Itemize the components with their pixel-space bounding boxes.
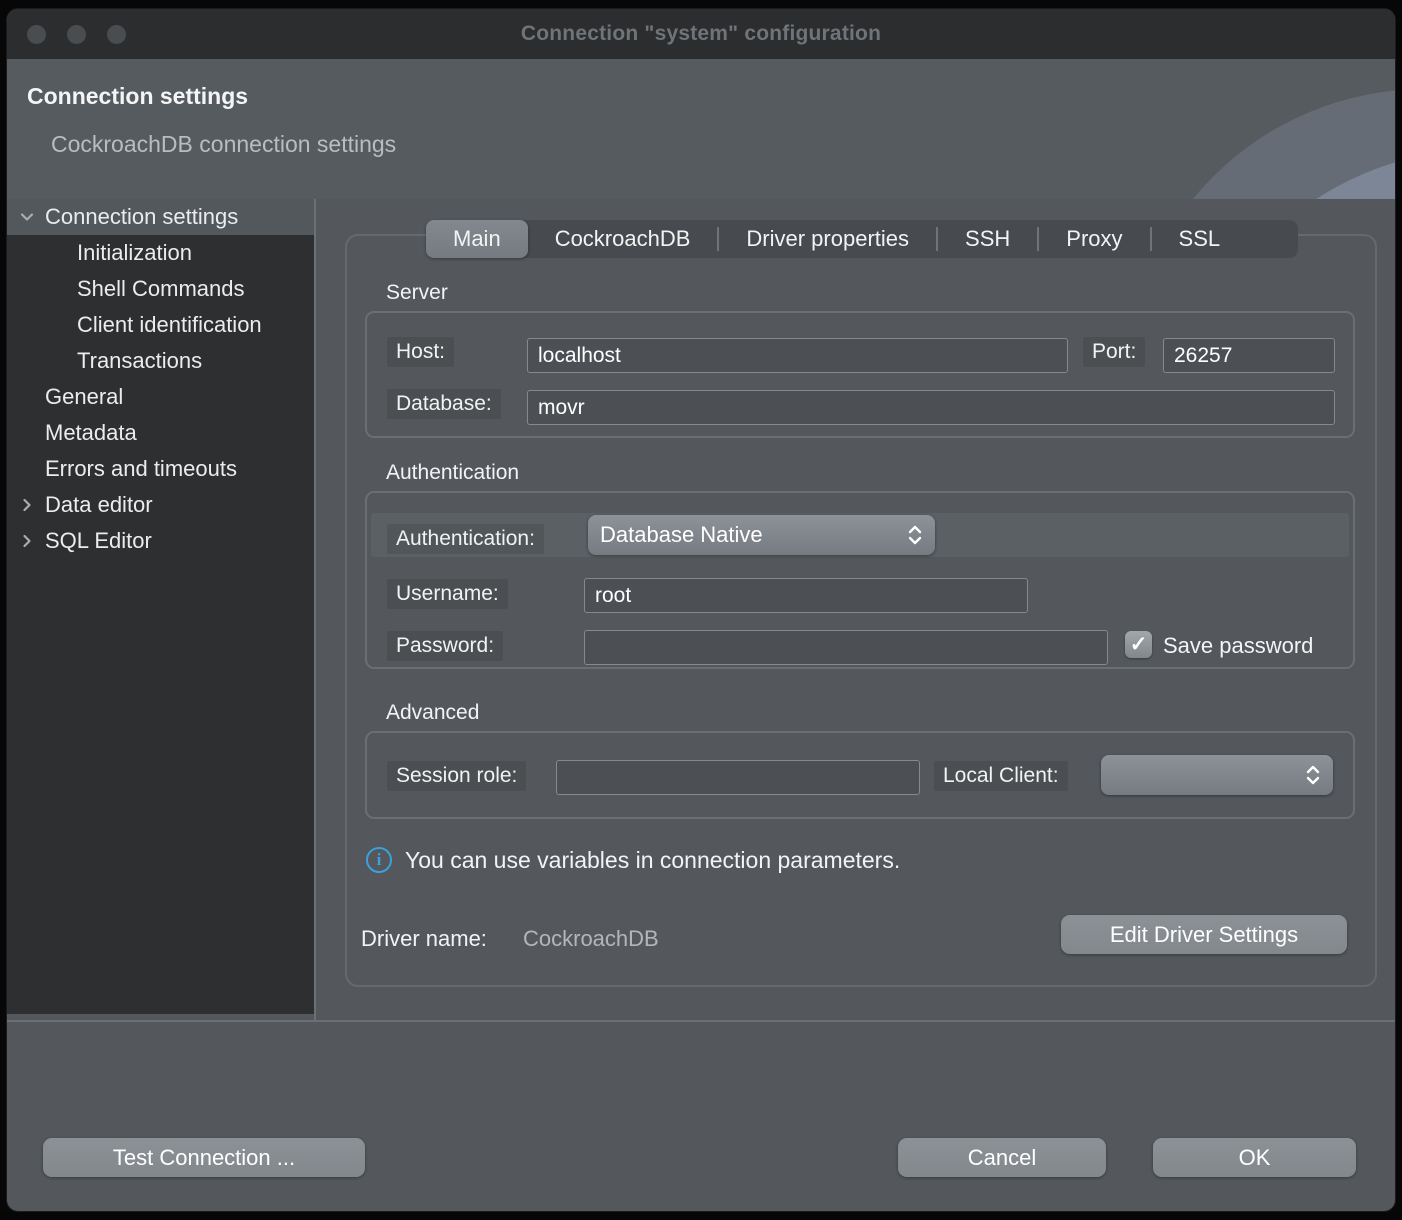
tree-item-label: Transactions	[77, 348, 202, 374]
session-role-label: Session role:	[387, 761, 526, 791]
authentication-label: Authentication:	[387, 524, 544, 554]
tab-ssl[interactable]: SSL	[1152, 220, 1248, 258]
chevron-down-icon[interactable]	[17, 207, 37, 227]
test-connection-button[interactable]: Test Connection ...	[43, 1138, 365, 1177]
tree-item-connection-settings[interactable]: Connection settings	[7, 199, 314, 235]
chevron-right-icon[interactable]	[17, 531, 37, 551]
connection-configuration-dialog: Connection "system" configuration Connec…	[6, 8, 1396, 1212]
port-label: Port:	[1083, 337, 1145, 367]
updown-chevron-icon	[907, 524, 923, 546]
ok-button[interactable]: OK	[1153, 1138, 1356, 1177]
password-input[interactable]	[584, 630, 1108, 665]
settings-tree: Connection settings Initialization Shell…	[7, 199, 314, 1014]
session-role-input[interactable]	[556, 760, 920, 795]
tree-item-label: Errors and timeouts	[45, 456, 237, 482]
authentication-group-title: Authentication	[386, 461, 519, 485]
password-label: Password:	[387, 631, 503, 661]
dialog-header: Connection settings CockroachDB connecti…	[7, 59, 1395, 199]
tree-item-label: Connection settings	[45, 204, 238, 230]
tab-proxy[interactable]: Proxy	[1039, 220, 1149, 258]
info-message: You can use variables in connection para…	[405, 847, 900, 874]
tree-item-label: Metadata	[45, 420, 137, 446]
authentication-group: Authentication: Database Native Username…	[365, 491, 1355, 669]
tree-item-errors-and-timeouts[interactable]: Errors and timeouts	[7, 451, 314, 487]
port-input[interactable]	[1163, 338, 1335, 373]
tree-item-label: Client identification	[77, 312, 262, 338]
save-password-label: Save password	[1163, 633, 1349, 659]
tree-item-label: Data editor	[45, 492, 153, 518]
database-input[interactable]	[527, 390, 1335, 425]
minimize-button[interactable]	[67, 25, 86, 44]
edit-driver-settings-button[interactable]: Edit Driver Settings	[1061, 915, 1347, 954]
tab-label: Driver properties	[746, 226, 909, 252]
tab-label: CockroachDB	[555, 226, 691, 252]
window-title: Connection "system" configuration	[521, 22, 881, 46]
driver-name-label: Driver name:	[361, 926, 487, 952]
title-bar: Connection "system" configuration	[7, 9, 1395, 59]
advanced-group: Session role: Local Client:	[365, 731, 1355, 819]
chevron-right-icon[interactable]	[17, 495, 37, 515]
tab-label: Proxy	[1066, 226, 1122, 252]
tree-item-metadata[interactable]: Metadata	[7, 415, 314, 451]
tab-ssh[interactable]: SSH	[938, 220, 1037, 258]
advanced-group-title: Advanced	[386, 701, 479, 725]
tree-item-client-identification[interactable]: Client identification	[7, 307, 314, 343]
database-label: Database:	[387, 389, 501, 419]
tab-label: Main	[453, 226, 501, 252]
tree-item-sql-editor[interactable]: SQL Editor	[7, 523, 314, 559]
tab-main[interactable]: Main	[426, 220, 528, 258]
tab-bar: Main CockroachDB Driver properties SSH P…	[426, 220, 1298, 258]
authentication-select[interactable]: Database Native	[588, 515, 935, 555]
window-controls	[27, 9, 126, 59]
tab-label: SSH	[965, 226, 1010, 252]
screen-edge-strip	[0, 1212, 1402, 1220]
page-subtitle: CockroachDB connection settings	[51, 131, 396, 158]
tree-item-shell-commands[interactable]: Shell Commands	[7, 271, 314, 307]
tree-item-label: SQL Editor	[45, 528, 152, 554]
host-label: Host:	[387, 337, 454, 367]
info-icon	[366, 847, 392, 873]
page-title: Connection settings	[27, 83, 248, 110]
tab-driver-properties[interactable]: Driver properties	[719, 220, 936, 258]
tab-label: SSL	[1179, 226, 1221, 252]
zoom-button[interactable]	[107, 25, 126, 44]
tree-item-label: General	[45, 384, 123, 410]
username-label: Username:	[387, 579, 508, 609]
tree-item-transactions[interactable]: Transactions	[7, 343, 314, 379]
updown-chevron-icon	[1305, 764, 1321, 786]
close-button[interactable]	[27, 25, 46, 44]
server-group: Host: Port: Database:	[365, 311, 1355, 438]
tab-cockroachdb[interactable]: CockroachDB	[528, 220, 718, 258]
driver-name-value: CockroachDB	[523, 926, 659, 952]
tree-item-general[interactable]: General	[7, 379, 314, 415]
username-input[interactable]	[584, 578, 1028, 613]
cancel-button[interactable]: Cancel	[898, 1138, 1106, 1177]
footer-divider	[7, 1020, 1395, 1022]
server-group-title: Server	[386, 281, 448, 305]
tree-item-data-editor[interactable]: Data editor	[7, 487, 314, 523]
tree-item-label: Initialization	[77, 240, 192, 266]
sidebar-divider	[314, 199, 316, 1020]
local-client-select[interactable]	[1101, 755, 1333, 795]
host-input[interactable]	[527, 338, 1068, 373]
tree-item-initialization[interactable]: Initialization	[7, 235, 314, 271]
header-swoosh-decoration	[1075, 59, 1395, 199]
save-password-checkbox[interactable]	[1125, 631, 1152, 658]
authentication-select-value: Database Native	[600, 522, 763, 548]
tree-item-label: Shell Commands	[77, 276, 245, 302]
local-client-label: Local Client:	[934, 761, 1068, 791]
